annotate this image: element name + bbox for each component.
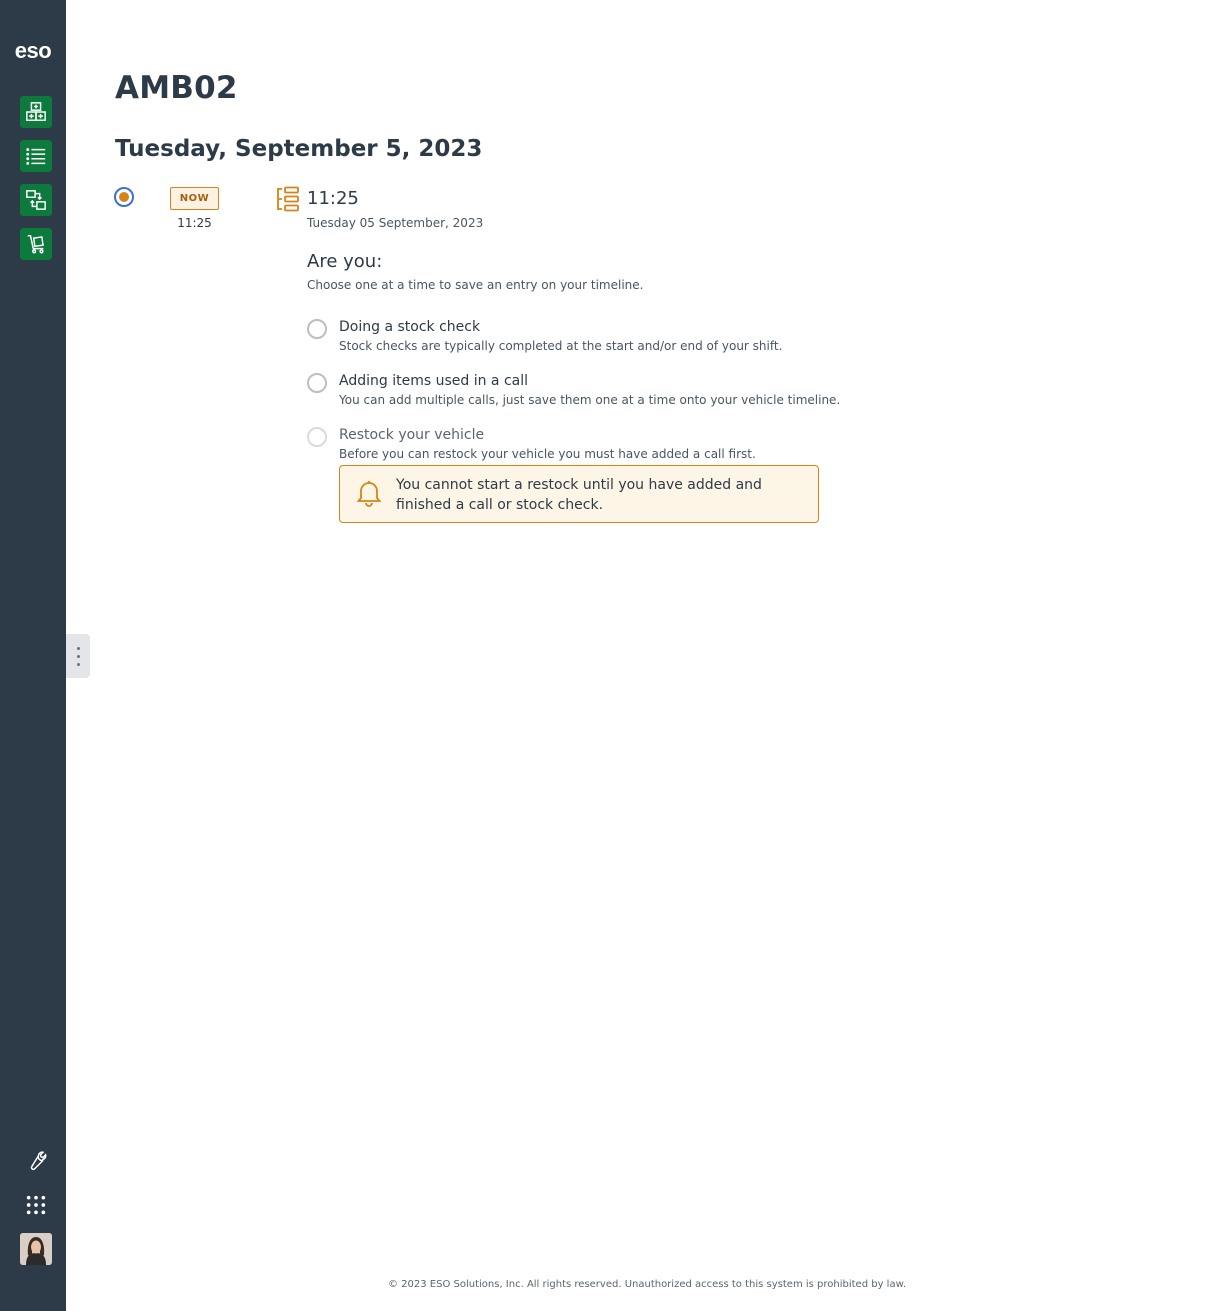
entry-date: Tuesday 05 September, 2023 [307, 216, 484, 230]
wrench-icon [30, 1151, 47, 1171]
transfer-icon [26, 190, 46, 210]
option-description: You can add multiple calls, just save th… [339, 393, 841, 407]
option-label: Adding items used in a call [339, 373, 528, 389]
eso-logo[interactable]: eso [0, 38, 66, 64]
option-label: Restock your vehicle [339, 427, 485, 443]
question-subtitle: Choose one at a time to save an entry on… [307, 278, 644, 292]
settings-button[interactable] [20, 1145, 52, 1177]
user-photo-icon [20, 1233, 52, 1265]
app-grid-icon [26, 1195, 46, 1215]
option-label: Doing a stock check [339, 319, 481, 335]
restock-warning-alert: You cannot start a restock until you hav… [339, 465, 819, 523]
question-title: Are you: [307, 251, 383, 272]
avatar[interactable] [20, 1233, 52, 1265]
option-description: Stock checks are typically completed at … [339, 339, 783, 353]
radio-restock-vehicle [307, 427, 327, 447]
nav-cart-button[interactable] [20, 228, 52, 260]
list-icon [26, 148, 46, 165]
cart-icon [27, 235, 44, 254]
page-title: AMB02 [115, 70, 238, 106]
option-description: Before you can restock your vehicle you … [339, 447, 756, 461]
alert-message: You cannot start a restock until you hav… [396, 477, 762, 513]
bell-icon [356, 481, 382, 507]
date-heading: Tuesday, September 5, 2023 [115, 136, 483, 162]
footer-copyright: © 2023 ESO Solutions, Inc. All rights re… [387, 1279, 907, 1290]
now-badge: NOW [170, 187, 219, 210]
now-time: 11:25 [177, 216, 212, 230]
drawer-toggle-handle[interactable] [66, 634, 90, 678]
sidebar: eso [0, 0, 66, 1311]
radio-add-call-items[interactable] [307, 373, 327, 393]
timeline-entry-icon [277, 186, 299, 212]
apps-button[interactable] [20, 1189, 52, 1221]
entry-time: 11:25 [307, 188, 359, 209]
radio-stock-check[interactable] [307, 319, 327, 339]
nav-inventory-button[interactable] [20, 96, 52, 128]
inventory-grid-icon [26, 102, 46, 121]
timeline-current-marker [114, 187, 134, 207]
nav-transfer-button[interactable] [20, 184, 52, 216]
nav-list-button[interactable] [20, 140, 52, 172]
